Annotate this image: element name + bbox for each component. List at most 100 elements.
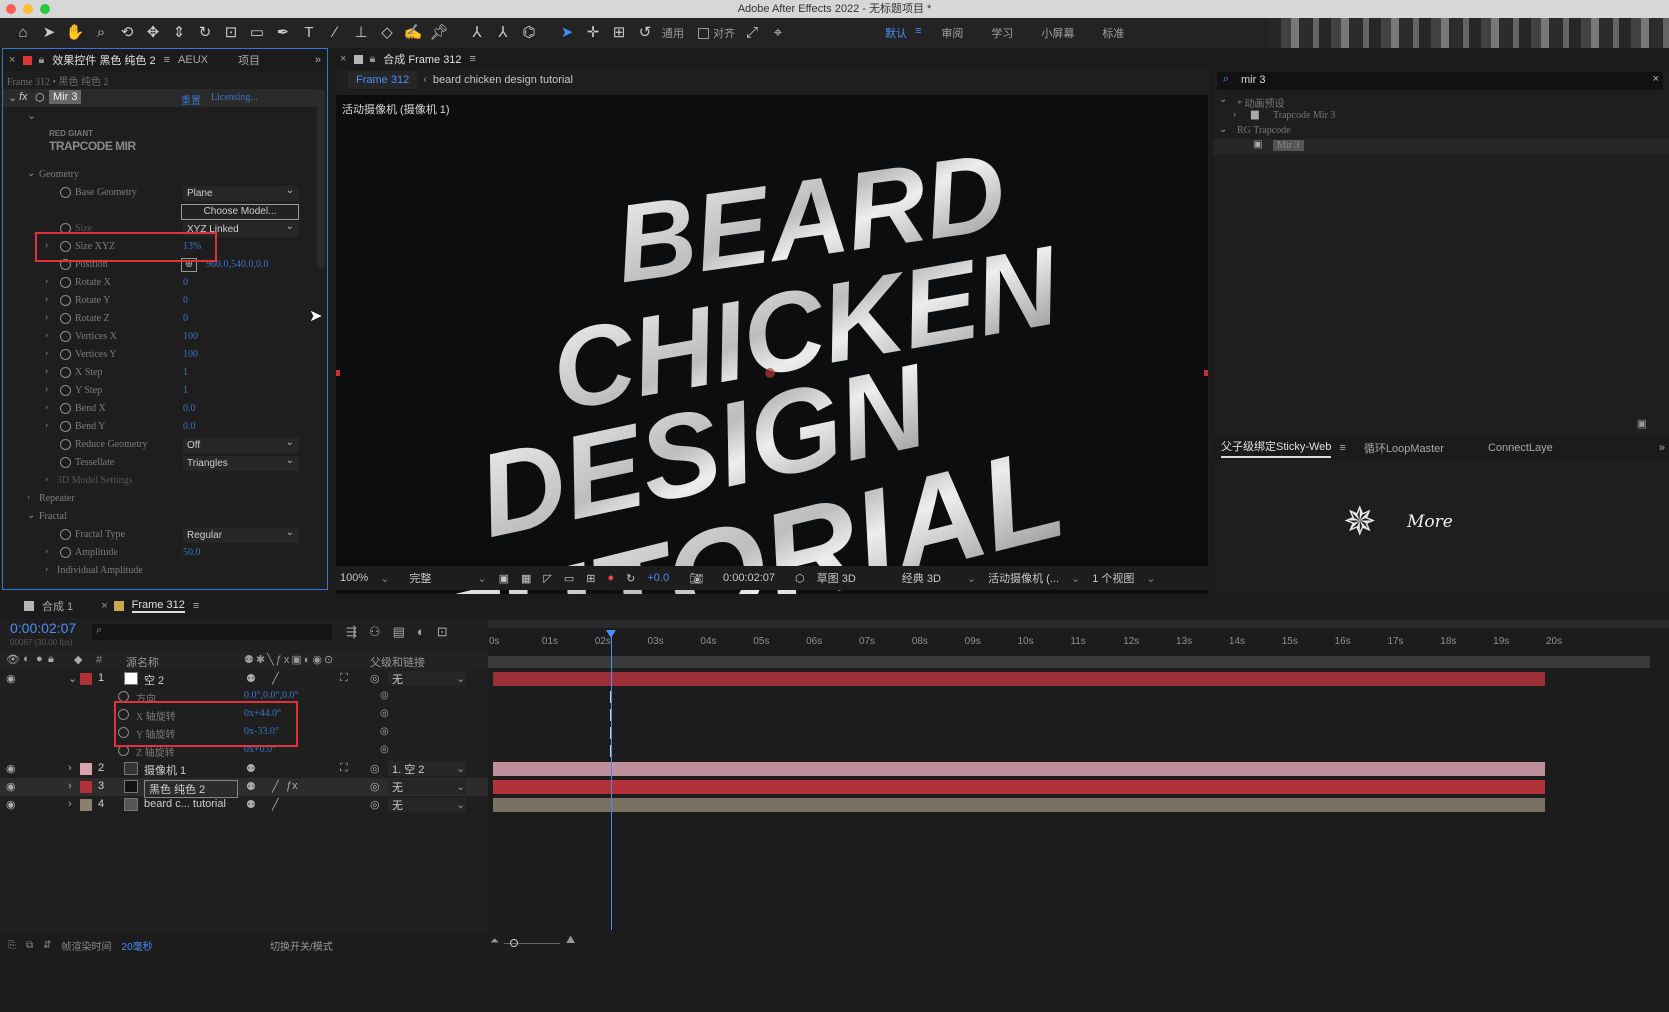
graph-editor-icon[interactable]: ⊡ [437,624,448,640]
layer-row[interactable]: ◉ ⌄ 1 空 2 ⚉ ╱ ⛶ ◎ 无 ⌄ [0,670,488,688]
spider-web-icon[interactable]: ✵ [1343,502,1377,542]
zoom-window-button[interactable] [40,4,50,14]
twirl-right-icon[interactable]: › [45,384,48,395]
tab-aeux[interactable]: AEUX [178,54,208,66]
layer-duration-bar[interactable] [493,780,1545,794]
workspace-menu-icon[interactable]: ≡ [915,25,921,41]
workspace-3[interactable]: 小屏幕 [1041,25,1074,41]
snapshot-camera-icon[interactable]: 📷︎ [689,572,703,585]
render-flow-icon[interactable]: ⎘ [8,940,16,951]
view-layout-dropdown[interactable]: 1 个视图 [1092,570,1134,586]
layer-duration-bar[interactable] [493,672,1545,686]
stopwatch-icon[interactable] [60,529,71,540]
stopwatch-icon[interactable] [60,403,71,414]
effect-row-tessellate[interactable]: Tessellate Triangles [3,453,317,473]
renderer-dropdown[interactable]: 经典 3D [902,570,941,586]
effect-row-individual-amplitude[interactable]: › Individual Amplitude [3,563,317,581]
rotate-icon[interactable]: ↻ [194,22,216,44]
toggle-switches-modes[interactable]: 切换开关/模式 [270,938,333,953]
move-icon[interactable]: ✛ [582,22,604,44]
effect-row-bend-x[interactable]: › Bend X 0.0 [3,401,317,419]
snap-icon[interactable]: ⤢ [741,22,763,44]
stopwatch-icon[interactable] [60,367,71,378]
preset-tree-label[interactable]: Trapcode Mir 3 [1273,110,1335,121]
effect-row-base-geometry[interactable]: Base Geometry Plane [3,183,317,203]
property-value[interactable]: 100 [183,331,198,342]
twirl-right-icon[interactable]: › [45,330,48,341]
stopwatch-icon[interactable] [60,187,71,198]
tab-connectlayer[interactable]: ConnectLaye [1488,442,1553,454]
playhead-handle[interactable] [605,630,616,638]
reset-link[interactable]: 重置 [181,92,201,107]
shy-switch-icon[interactable]: ⚉ [246,798,256,811]
hand-icon[interactable]: ✋ [64,22,86,44]
fx-toggle-icon[interactable]: fx [19,91,28,103]
twirl-down-icon[interactable]: ⌄ [68,672,77,685]
parent-dropdown[interactable]: 无 [388,671,466,686]
effect-row-choose-model-[interactable]: Choose Model... [3,203,317,221]
workspace-4[interactable]: 标准 [1102,25,1124,41]
fast-preview-icon[interactable]: ▣ [499,572,509,585]
effect-row-fractal[interactable]: ⌄ Fractal [3,509,317,527]
twirl-down-icon[interactable]: ⌄ [27,109,36,122]
align-checkbox[interactable] [698,27,709,39]
zoom-in-icon[interactable]: ⛰ [566,934,575,947]
dolly-camera-icon[interactable]: ⇕ [168,22,190,44]
pen-icon[interactable]: ✒ [272,22,294,44]
pan-camera-icon[interactable]: ✥ [142,22,164,44]
expression-pick-whip-icon[interactable]: ◎ [380,726,389,737]
zoom-dropdown[interactable]: 100% [340,572,368,584]
new-folder-icon[interactable]: ▣ [1637,417,1647,430]
shy-switch-icon[interactable]: ⚉ [246,762,256,775]
workspace-1[interactable]: 审阅 [941,25,963,41]
stopwatch-icon[interactable] [60,439,71,450]
twirl-right-icon[interactable]: › [68,780,72,792]
audio-icon[interactable]: ◖ [22,653,29,665]
expand-pane-icon[interactable]: ⧉ [26,940,33,951]
workspace-0[interactable]: 默认 [885,25,907,41]
close-tab-icon[interactable]: × [9,54,15,66]
stopwatch-icon[interactable] [60,295,71,306]
twirl-right-icon[interactable]: › [45,564,48,575]
effect-row-rotate-z[interactable]: › Rotate Z 0 [3,311,317,329]
label-color-chip[interactable] [80,799,92,811]
eye-icon[interactable]: ◉ [6,780,16,793]
twirl-down-icon[interactable]: ⌄ [27,510,35,521]
timeline-timecode[interactable]: 0:00:02:07 [10,620,76,636]
tab-project[interactable]: 项目 [238,52,260,68]
panel-menu-icon[interactable]: ≡ [164,54,170,66]
frame-blending-icon[interactable]: ▤ [393,624,405,640]
preset-tree-item[interactable]: › ▆ Trapcode Mir 3 [1213,109,1669,124]
stopwatch-icon[interactable] [60,421,71,432]
effect-row-fractal-type[interactable]: Fractal Type Regular [3,525,317,545]
motion-blur-icon[interactable]: ◐ [417,624,425,640]
property-value[interactable]: 1 [183,385,188,396]
selection-arrow-icon[interactable]: ➤ [38,22,60,44]
parent-link-header[interactable]: 父级和链接 [370,654,425,670]
exposure-value[interactable]: +0.0 [647,572,669,584]
effect-row-y-step[interactable]: › Y Step 1 [3,383,317,401]
3d-layer-switch-icon[interactable]: ⛶ [340,672,348,685]
effect-row-x-step[interactable]: › X Step 1 [3,365,317,383]
workspace-2[interactable]: 学习 [991,25,1013,41]
minimize-window-button[interactable] [23,4,33,14]
orbit-camera-icon[interactable]: ⟲ [116,22,138,44]
panel-overflow-icon[interactable]: » [1659,442,1665,454]
stopwatch-icon[interactable] [60,277,71,288]
lock-icon[interactable]: 🔒︎ [369,53,375,66]
property-value[interactable]: 0 [183,313,188,324]
playhead[interactable] [605,630,616,930]
search-field[interactable]: ⌕ mir 3 × [1217,72,1663,90]
stopwatch-icon[interactable] [60,385,71,396]
tab-loopmaster[interactable]: 循环LoopMaster [1364,440,1444,456]
axis-local-icon[interactable]: ⅄ [466,22,488,44]
stopwatch-icon[interactable] [60,547,71,558]
more-button[interactable]: More [1407,512,1453,532]
twirl-right-icon[interactable]: › [45,276,48,287]
layer-row[interactable]: ◉ › 4 beard c... tutorial ⚉ ╱ ◎ 无 ⌄ [0,796,488,814]
preset-tree-item[interactable]: ▣ Mir 3 [1213,139,1669,154]
effect-row-repeater[interactable]: › Repeater [3,491,317,509]
brush-icon[interactable]: ∕ [324,22,346,44]
property-dropdown[interactable]: Triangles [183,453,299,471]
draft-3d-icon[interactable]: ⚇ [369,624,381,640]
